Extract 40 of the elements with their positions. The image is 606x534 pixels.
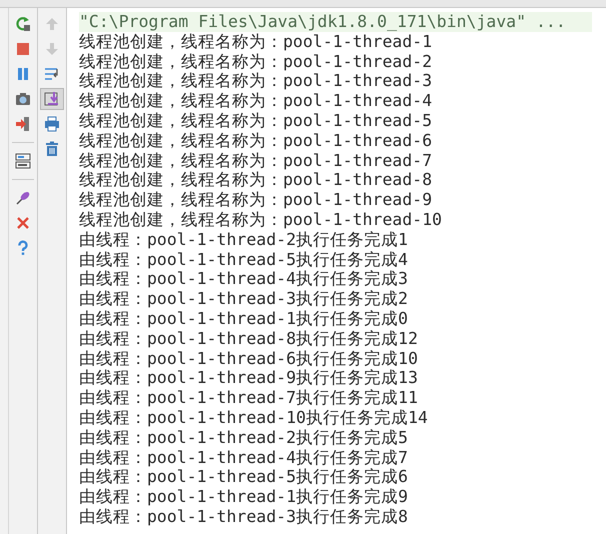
printer-icon [44, 116, 60, 132]
console-line: 由线程：pool-1-thread-10执行任务完成14 [79, 408, 429, 428]
console-line: 由线程：pool-1-thread-8执行任务完成12 [79, 328, 419, 349]
console-line: 线程池创建，线程名称为：pool-1-thread-5 [79, 110, 434, 131]
console-line: 线程池创建，线程名称为：pool-1-thread-3 [79, 71, 434, 92]
console-line: 线程池创建，线程名称为：pool-1-thread-9 [79, 190, 434, 210]
close-icon [15, 215, 31, 231]
pin-icon [15, 190, 31, 206]
wrap-icon [44, 66, 60, 82]
down-arrow-icon [44, 41, 60, 57]
console-line: 由线程：pool-1-thread-1执行任务完成9 [79, 487, 409, 507]
up-arrow-icon [44, 16, 60, 32]
console-line: 由线程：pool-1-thread-5执行任务完成4 [79, 250, 409, 270]
scroll-button[interactable] [40, 88, 64, 110]
console-line: 由线程：pool-1-thread-7执行任务完成11 [79, 388, 419, 408]
console-line: 线程池创建，线程名称为：pool-1-thread-1 [79, 32, 434, 52]
console-line: 由线程：pool-1-thread-5执行任务完成6 [79, 467, 409, 488]
console-line: 由线程：pool-1-thread-4执行任务完成3 [79, 269, 409, 290]
console-line: 由线程：pool-1-thread-9执行任务完成13 [79, 368, 419, 388]
camera-icon [15, 91, 31, 107]
console-line: 由线程：pool-1-thread-3执行任务完成2 [79, 289, 409, 309]
console-line: 线程池创建，线程名称为：pool-1-thread-8 [79, 170, 434, 190]
scroll-to-end-icon [44, 91, 60, 107]
console-line: 由线程：pool-1-thread-4执行任务完成7 [79, 448, 409, 468]
console-line: 由线程：pool-1-thread-3执行任务完成8 [79, 506, 409, 527]
rerun-icon [15, 16, 31, 32]
console-line: 由线程：pool-1-thread-2执行任务完成5 [79, 428, 409, 448]
console-line: 线程池创建，线程名称为：pool-1-thread-2 [79, 52, 434, 72]
exit-icon [15, 116, 31, 132]
pause-icon [15, 66, 31, 82]
layout-icon [15, 153, 31, 169]
trash-icon [44, 141, 60, 157]
console-line: 线程池创建，线程名称为：pool-1-thread-10 [79, 210, 443, 230]
console-line: 由线程：pool-1-thread-1执行任务完成0 [79, 308, 409, 329]
console-line: 由线程：pool-1-thread-2执行任务完成1 [79, 230, 409, 250]
console-line: 线程池创建，线程名称为：pool-1-thread-4 [79, 91, 434, 111]
console-line: 线程池创建，线程名称为：pool-1-thread-6 [79, 130, 434, 151]
console-line: 线程池创建，线程名称为：pool-1-thread-7 [79, 150, 434, 170]
console-line: 由线程：pool-1-thread-6执行任务完成10 [79, 348, 419, 368]
stop-icon [15, 41, 31, 57]
